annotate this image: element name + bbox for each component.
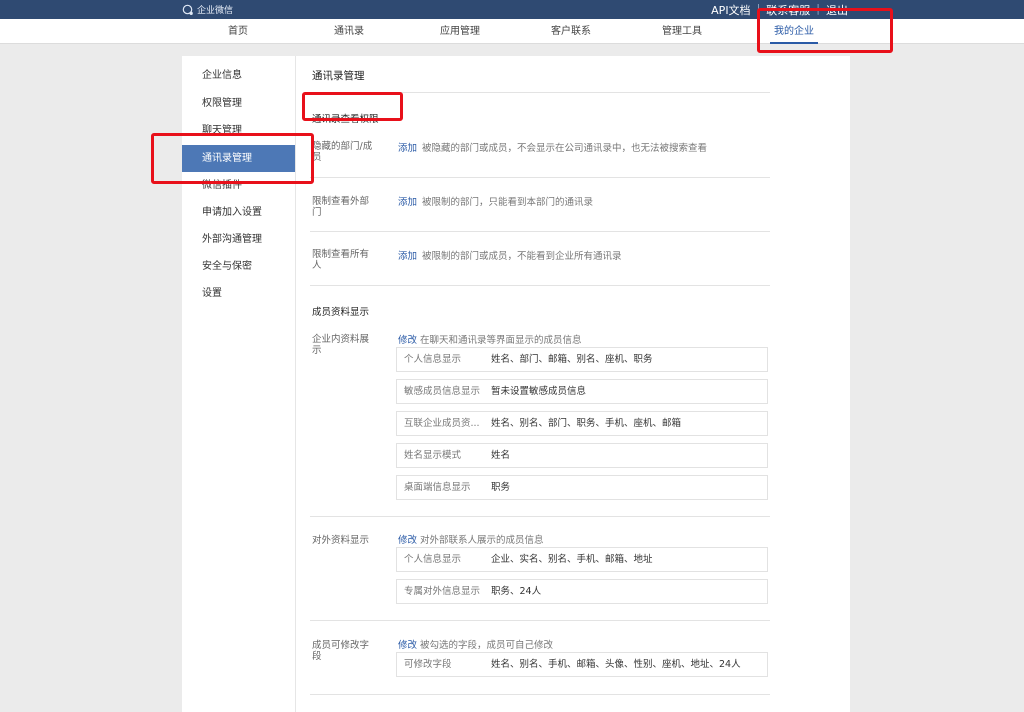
divider — [310, 620, 770, 621]
field-value: 姓名、部门、邮箱、别名、座机、职务 — [491, 354, 653, 365]
edit-external-link[interactable]: 修改 — [398, 535, 417, 546]
field-row: 个人信息显示 姓名、部门、邮箱、别名、座机、职务 — [396, 347, 768, 372]
field-name: 专属对外信息显示 — [404, 586, 481, 597]
sidebar-item-external-communication[interactable]: 外部沟通管理 — [182, 226, 295, 253]
sidebar-item-company-info[interactable]: 企业信息 — [182, 62, 295, 89]
edit-internal-link[interactable]: 修改 — [398, 335, 417, 346]
row-external-display: 修改 对外部联系人展示的成员信息 — [398, 532, 544, 546]
annotation-box-sidebar — [151, 133, 314, 184]
nav-tab-customers[interactable]: 客户联系 — [551, 19, 591, 44]
row-restrict-other-dept: 添加 被限制的部门，只能看到本部门的通讯录 — [398, 194, 593, 208]
field-value: 职务 — [491, 482, 511, 493]
field-value: 企业、实名、别名、手机、邮箱、地址 — [491, 554, 653, 565]
nav-tab-apps[interactable]: 应用管理 — [440, 19, 480, 44]
row-label-editable-fields: 成员可修改字段 — [312, 640, 370, 662]
add-restrict-all-link[interactable]: 添加 — [398, 251, 417, 262]
row-label-hidden: 隐藏的部门/成员 — [312, 141, 373, 163]
sidebar-item-settings[interactable]: 设置 — [182, 280, 295, 307]
field-name: 敏感成员信息显示 — [404, 386, 481, 397]
row-desc: 被勾选的字段，成员可自己修改 — [420, 640, 554, 651]
sidebar-item-permissions[interactable]: 权限管理 — [182, 90, 295, 117]
row-desc: 被限制的部门或成员，不能看到企业所有通讯录 — [422, 251, 622, 262]
row-label-internal-display: 企业内资料展示 — [312, 334, 370, 356]
row-label-restrict-all: 限制查看所有人 — [312, 249, 370, 271]
field-row: 个人信息显示 企业、实名、别名、手机、邮箱、地址 — [396, 547, 768, 572]
nav-tab-home[interactable]: 首页 — [228, 19, 248, 44]
row-label-restrict-other-dept: 限制查看外部门 — [312, 196, 370, 218]
api-doc-link[interactable]: API文档 — [711, 2, 750, 18]
add-restrict-dept-link[interactable]: 添加 — [398, 197, 417, 208]
field-name: 个人信息显示 — [404, 554, 462, 565]
row-hidden: 添加 被隐藏的部门或成员，不会显示在公司通讯录中，也无法被搜索查看 — [398, 140, 707, 154]
nav-tab-tools[interactable]: 管理工具 — [662, 19, 702, 44]
divider — [310, 177, 770, 178]
add-hidden-link[interactable]: 添加 — [398, 143, 417, 154]
row-editable-fields: 修改 被勾选的字段，成员可自己修改 — [398, 637, 553, 651]
annotation-box-section — [302, 92, 403, 121]
field-value: 暂未设置敏感成员信息 — [491, 386, 587, 397]
field-name: 个人信息显示 — [404, 354, 462, 365]
field-value: 职务、24人 — [491, 586, 542, 597]
brand[interactable]: 企业微信 — [182, 3, 233, 16]
field-row: 专属对外信息显示 职务、24人 — [396, 579, 768, 604]
row-restrict-all: 添加 被限制的部门或成员，不能看到企业所有通讯录 — [398, 248, 622, 262]
row-desc: 被隐藏的部门或成员，不会显示在公司通讯录中，也无法被搜索查看 — [422, 143, 708, 154]
field-row: 敏感成员信息显示 暂未设置敏感成员信息 — [396, 379, 768, 404]
brand-name: 企业微信 — [197, 6, 234, 16]
sidebar-item-security[interactable]: 安全与保密 — [182, 253, 295, 280]
row-desc: 被限制的部门，只能看到本部门的通讯录 — [422, 197, 594, 208]
field-row: 互联企业成员资... 姓名、别名、部门、职务、手机、座机、邮箱 — [396, 411, 768, 436]
divider — [310, 694, 770, 695]
row-desc: 对外部联系人展示的成员信息 — [420, 535, 544, 546]
annotation-box-nav — [757, 8, 893, 53]
divider — [310, 285, 770, 286]
wecom-logo-icon — [182, 4, 193, 15]
row-label-external-display: 对外资料显示 — [312, 535, 370, 546]
row-internal-display: 修改 在聊天和通讯录等界面显示的成员信息 — [398, 332, 582, 346]
field-value: 姓名、别名、手机、邮箱、头像、性别、座机、地址、24人 — [491, 659, 741, 670]
field-value: 姓名 — [491, 450, 511, 461]
field-row: 可修改字段 姓名、别名、手机、邮箱、头像、性别、座机、地址、24人 — [396, 652, 768, 677]
divider — [310, 516, 770, 517]
row-desc: 在聊天和通讯录等界面显示的成员信息 — [420, 335, 582, 346]
content-area: 通讯录管理 通讯录查看权限 隐藏的部门/成员 添加 被隐藏的部门或成员，不会显示在… — [296, 56, 850, 712]
edit-editable-fields-link[interactable]: 修改 — [398, 640, 417, 651]
field-name: 姓名显示模式 — [404, 450, 462, 461]
page-title: 通讯录管理 — [312, 70, 365, 82]
field-row: 桌面端信息显示 职务 — [396, 475, 768, 500]
section-title-member-display: 成员资料显示 — [312, 307, 370, 318]
field-row: 姓名显示模式 姓名 — [396, 443, 768, 468]
sidebar-item-join-settings[interactable]: 申请加入设置 — [182, 199, 295, 226]
divider — [310, 231, 770, 232]
field-name: 互联企业成员资... — [404, 418, 480, 429]
field-name: 可修改字段 — [404, 659, 452, 670]
field-value: 姓名、别名、部门、职务、手机、座机、邮箱 — [491, 418, 682, 429]
nav-tab-contacts[interactable]: 通讯录 — [334, 19, 364, 44]
field-name: 桌面端信息显示 — [404, 482, 471, 493]
